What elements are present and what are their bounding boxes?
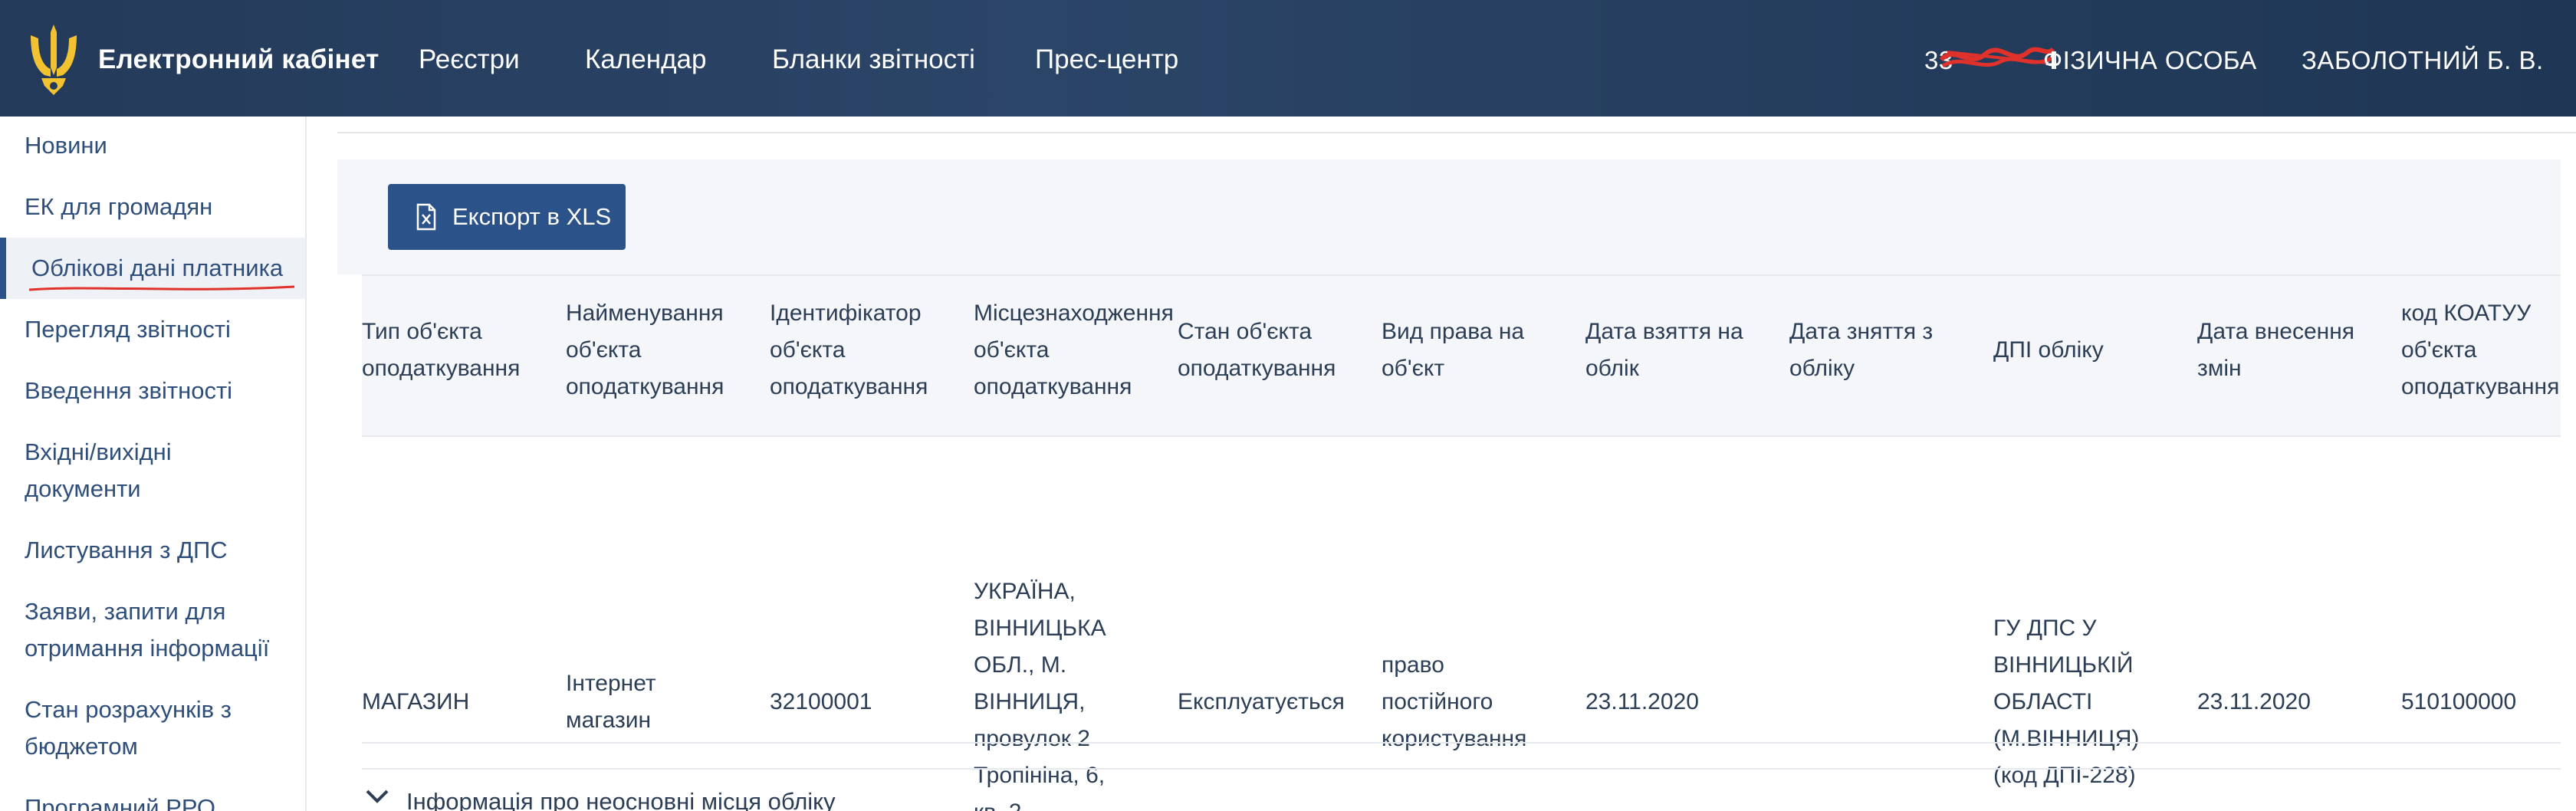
- row-divider: [362, 742, 2561, 744]
- trident-logo-icon[interactable]: [26, 21, 81, 98]
- td-name: Інтернет магазин: [566, 671, 656, 733]
- nav-calendar[interactable]: Календар: [585, 44, 706, 75]
- secondary-locations-label[interactable]: Інформація про неосновні місця обліку: [406, 788, 836, 811]
- sidebar-item-payer-data[interactable]: Облікові дані платника: [0, 238, 305, 299]
- th-registered: Дата взяття на облік: [1585, 319, 1743, 381]
- export-button-label: Експорт в XLS: [452, 203, 612, 230]
- sidebar-item-requests[interactable]: Заяви, запити для отримання інформації: [25, 593, 293, 667]
- person-type-label: ФІЗИЧНА ОСОБА: [2043, 46, 2257, 74]
- th-dpi: ДПІ обліку: [1993, 337, 2104, 363]
- brand-title[interactable]: Електронний кабінет: [98, 44, 379, 75]
- user-name-menu[interactable]: ЗАБОЛОТНИЙ Б. В.: [2302, 46, 2544, 75]
- th-status: Стан об'єкта оподаткування: [1178, 319, 1336, 381]
- main-content: Експорт в XLS Тип об'єкта оподаткування …: [337, 117, 2576, 811]
- user-tax-id: 33 4: [1924, 46, 2060, 75]
- divider: [337, 132, 2576, 133]
- chevron-down-icon[interactable]: [365, 788, 389, 805]
- sidebar-item-correspondence[interactable]: Листування з ДПС: [25, 532, 293, 569]
- th-right: Вид права на об'єкт: [1382, 319, 1525, 381]
- sidebar-item-documents[interactable]: Вхідні/вихідні документи: [25, 434, 293, 507]
- sidebar-item-news[interactable]: Новини: [25, 127, 293, 164]
- td-changed: 23.11.2020: [2197, 689, 2311, 714]
- sidebar-item-citizens[interactable]: ЕК для громадян: [25, 189, 293, 225]
- export-xls-button[interactable]: Експорт в XLS: [388, 184, 626, 250]
- th-name: Найменування об'єкта оподаткування: [566, 300, 724, 399]
- sidebar-item-view-reports[interactable]: Перегляд звітності: [25, 311, 293, 348]
- th-deregistered: Дата зняття з обліку: [1789, 319, 1934, 381]
- sidebar: Новини ЕК для громадян Облікові дані пла…: [0, 117, 307, 811]
- td-type: МАГАЗИН: [362, 689, 470, 714]
- hand-underline-mark: [28, 285, 295, 291]
- top-header: Електронний кабінет Реєстри Календар Бла…: [0, 0, 2576, 117]
- redaction-scribble-icon: [1940, 47, 2055, 68]
- nav-report-forms[interactable]: Бланки звітності: [772, 44, 975, 75]
- td-dpi: ГУ ДПС У ВІННИЦЬКІЙ ОБЛАСТІ (М.ВІННИЦЯ) …: [1993, 616, 2140, 788]
- th-changed: Дата внесення змін: [2197, 319, 2355, 381]
- nav-registries[interactable]: Реєстри: [419, 44, 520, 75]
- td-koatuu: 510100000: [2401, 689, 2517, 714]
- th-location: Місцезнаходження об'єкта оподаткування: [974, 300, 1174, 399]
- sidebar-item-label: Облікові дані платника: [31, 254, 284, 281]
- th-identifier: Ідентифікатор об'єкта оподаткування: [770, 300, 928, 399]
- sidebar-item-enter-reports[interactable]: Введення звітності: [25, 373, 293, 409]
- th-type: Тип об'єкта оподаткування: [362, 319, 521, 381]
- td-registered: 23.11.2020: [1585, 689, 1699, 714]
- sidebar-item-prro[interactable]: Програмний РРО: [25, 790, 293, 811]
- nav-press-center[interactable]: Прес-центр: [1035, 44, 1178, 75]
- td-status: Експлуатується: [1178, 689, 1345, 714]
- sidebar-item-budget-status[interactable]: Стан розрахунків з бюджетом: [25, 691, 293, 765]
- th-koatuu: код КОАТУУ об'єкта оподаткування: [2401, 300, 2560, 399]
- excel-file-icon: [416, 203, 436, 231]
- td-right: право постійного користування: [1382, 652, 1527, 751]
- td-identifier: 32100001: [770, 689, 872, 714]
- toolbar: [337, 159, 2561, 274]
